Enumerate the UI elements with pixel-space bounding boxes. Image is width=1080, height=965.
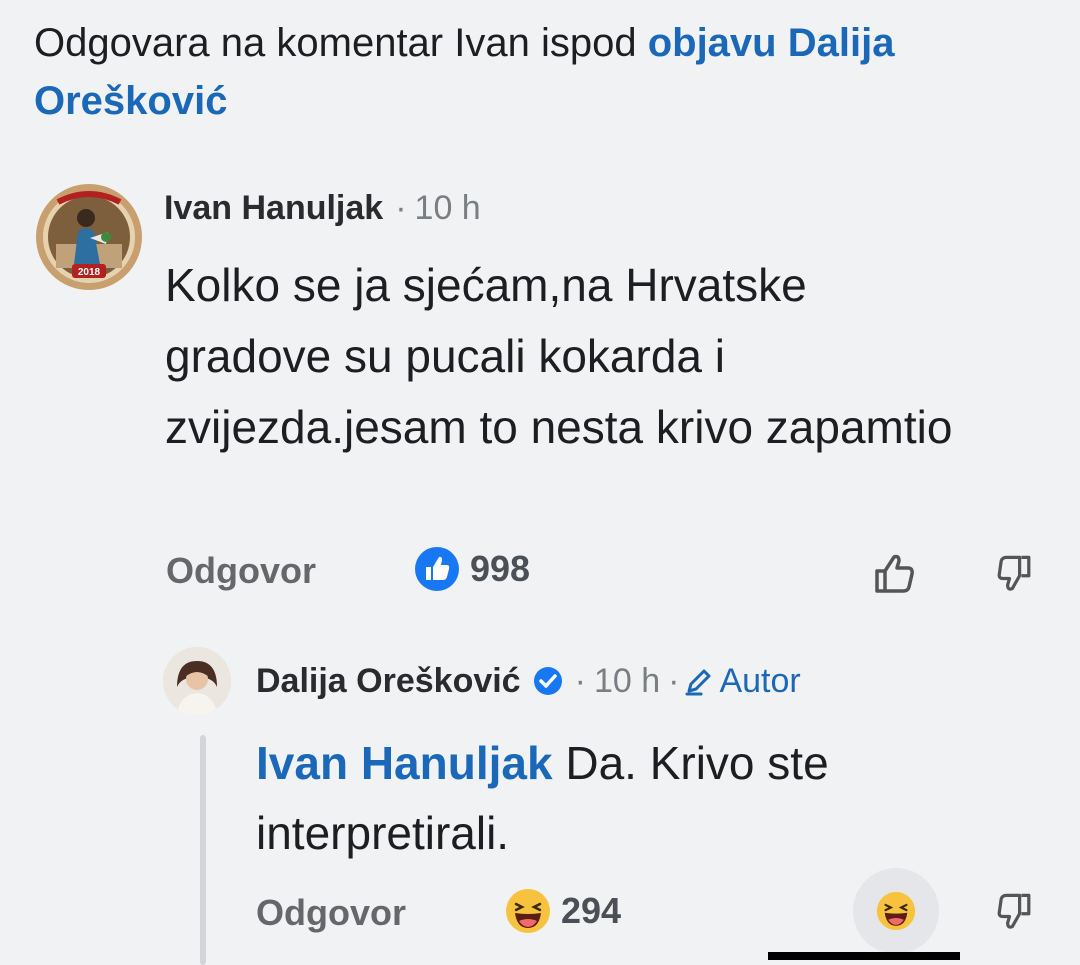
redaction-bar — [768, 952, 960, 960]
pencil-icon — [685, 669, 711, 696]
separator-dot: · — [668, 661, 680, 700]
context-header: Odgovara na komentar Ivan ispod objavu D… — [34, 14, 1054, 130]
reply-button[interactable]: Odgovor — [256, 892, 406, 934]
like-icon — [415, 547, 459, 591]
reply-header: Dalija Orešković · 10 h · Autor — [256, 657, 801, 705]
context-prefix: Odgovara na komentar Ivan ispod — [34, 21, 648, 65]
avatar[interactable]: 2018 — [36, 184, 142, 290]
avatar[interactable] — [163, 647, 231, 715]
reply-button[interactable]: Odgovor — [166, 550, 316, 592]
thread-line — [200, 735, 206, 965]
comment-body: Kolko se ja sjećam,na Hrvatske gradove s… — [165, 259, 953, 453]
reply-author-name[interactable]: Dalija Orešković — [256, 662, 521, 701]
haha-icon — [876, 891, 916, 931]
dislike-button[interactable] — [990, 548, 1040, 598]
haha-icon — [506, 889, 550, 933]
author-badge: Autor — [719, 661, 801, 700]
reply-body: Ivan Hanuljak Da. Krivo ste interpretira… — [256, 728, 976, 868]
reply-timestamp[interactable]: 10 h — [594, 662, 660, 701]
separator-dot: · — [574, 661, 586, 700]
separator-dot: · — [395, 188, 407, 227]
reaction-summary[interactable]: 294 — [505, 888, 621, 934]
dislike-button[interactable] — [990, 886, 1040, 936]
reaction-count: 294 — [561, 890, 622, 931]
reaction-summary[interactable]: 998 — [414, 546, 530, 592]
mention-link[interactable]: Ivan Hanuljak — [256, 737, 553, 789]
thumbs-down-icon — [997, 555, 1031, 591]
avatar-badge-text: 2018 — [78, 267, 101, 278]
thumbs-up-icon — [875, 554, 914, 593]
reaction-count: 998 — [470, 548, 531, 589]
comment-header: Ivan Hanuljak · 10 h — [164, 186, 481, 230]
verified-badge-icon — [533, 667, 562, 695]
reaction-button[interactable] — [853, 868, 939, 954]
thumbs-down-icon — [997, 893, 1031, 929]
comment-author-name[interactable]: Ivan Hanuljak — [164, 189, 383, 228]
like-button[interactable] — [866, 546, 922, 602]
comment-timestamp[interactable]: 10 h — [415, 189, 481, 228]
